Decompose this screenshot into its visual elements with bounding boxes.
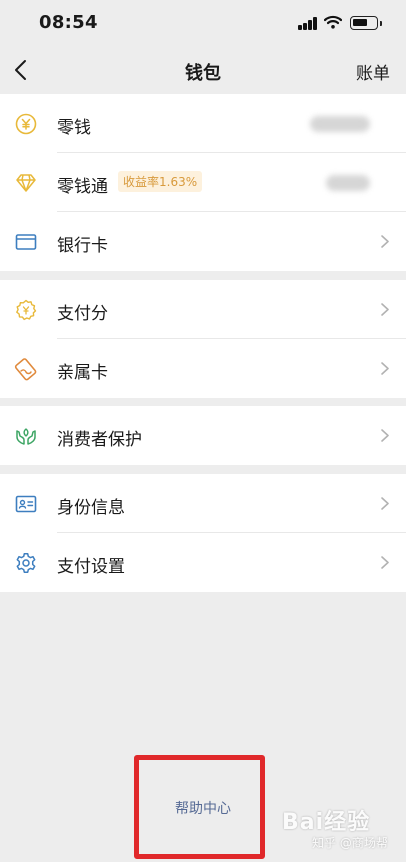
id-card-icon: [15, 495, 37, 513]
chevron-right-icon: [381, 362, 389, 375]
bill-button[interactable]: 账单: [356, 59, 390, 84]
row-label: 支付分: [57, 304, 108, 324]
chevron-right-icon: [381, 429, 389, 442]
row-label: 消费者保护: [57, 430, 142, 450]
navigation-bar: 钱包 账单: [0, 46, 406, 94]
family-card-icon: [14, 358, 37, 381]
bank-card-icon: [15, 234, 37, 250]
row-payment-settings[interactable]: 支付设置: [0, 533, 406, 592]
settings-gear-icon: [16, 553, 36, 573]
chevron-right-icon: [381, 556, 389, 569]
yield-rate-badge: 收益率1.63%: [118, 171, 203, 192]
row-change[interactable]: 零钱: [0, 94, 406, 153]
yield-rate-text: 收益率1.63%: [118, 171, 203, 192]
consumer-protection-icon: [16, 428, 36, 445]
row-lingqiantong[interactable]: 零钱通: [0, 153, 406, 212]
yuan-coin-icon: [15, 113, 37, 135]
wallet-group-balance: 零钱 零钱通 银行卡: [0, 94, 406, 271]
wallet-group-credit: 支付分 亲属卡: [0, 280, 406, 398]
diamond-icon: [16, 174, 36, 192]
zhihu-watermark: 知乎 @商场帮: [312, 836, 388, 850]
row-label: 零钱通: [57, 177, 108, 197]
blurred-balance: [326, 175, 370, 191]
row-label: 支付设置: [57, 557, 125, 577]
row-identity-info[interactable]: 身份信息: [0, 474, 406, 533]
chevron-right-icon: [381, 303, 389, 316]
battery-icon: [350, 16, 382, 30]
row-consumer-protection[interactable]: 消费者保护: [0, 406, 406, 465]
status-bar: 08:54: [0, 0, 406, 46]
row-family-card[interactable]: 亲属卡: [0, 339, 406, 398]
wallet-group-settings: 身份信息 支付设置: [0, 474, 406, 592]
row-label: 身份信息: [57, 498, 125, 518]
row-label: 银行卡: [57, 236, 108, 256]
chevron-right-icon: [381, 497, 389, 510]
blurred-balance: [310, 116, 370, 132]
row-label: 零钱: [57, 118, 91, 138]
row-bank-card[interactable]: 银行卡: [0, 212, 406, 271]
row-payment-score[interactable]: 支付分: [0, 280, 406, 339]
payment-score-icon: [16, 299, 37, 321]
row-label: 亲属卡: [57, 363, 108, 383]
status-time: 08:54: [39, 12, 98, 33]
wifi-icon: [324, 15, 342, 29]
page-title: 钱包: [185, 63, 221, 84]
cellular-signal-icon: [298, 17, 318, 30]
baidu-watermark: Bai经验: [282, 810, 371, 835]
wallet-group-protection: 消费者保护: [0, 406, 406, 465]
chevron-right-icon: [381, 235, 389, 248]
